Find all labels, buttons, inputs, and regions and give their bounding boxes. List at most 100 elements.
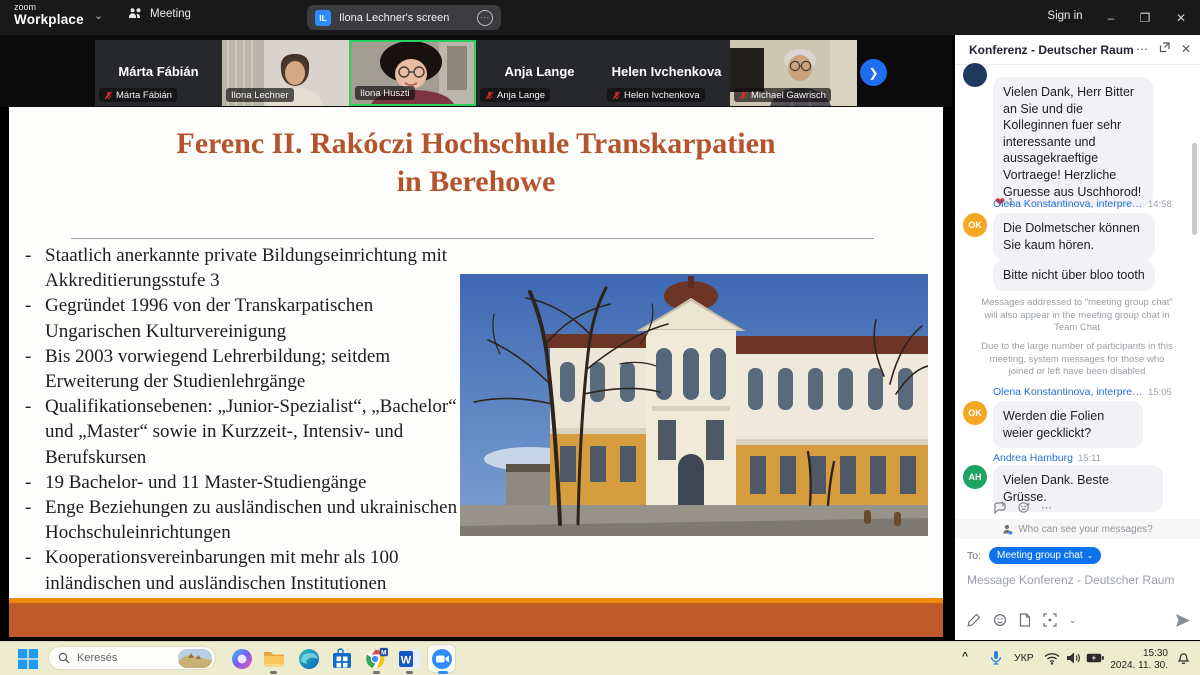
emoji-icon[interactable] [993,613,1007,627]
privacy-label: Who can see your messages? [1018,524,1153,535]
chat-message[interactable]: Vielen Dank, Herr Bitter an Sie und die … [993,77,1153,207]
reply-icon[interactable] [993,501,1007,514]
bullet-marker: - [25,243,33,293]
tray-date: 2024. 11. 30. [1108,660,1168,672]
start-button[interactable] [16,647,40,671]
avatar[interactable] [963,63,987,87]
participant-tile-marta-fabian[interactable]: Márta Fábián Márta Fábián [95,40,222,106]
store-icon[interactable] [330,647,354,671]
tray-mic-icon[interactable] [988,650,1004,666]
participant-tile-anja-lange[interactable]: Anja Lange Anja Lange [476,40,603,106]
share-options-icon[interactable]: ··· [477,10,493,26]
recipient-selector[interactable]: Meeting group chat ⌄ [989,547,1101,564]
wifi-icon[interactable] [1044,652,1060,665]
message-sender-row: Olena Konstantinova, interpreter Ukrai… … [993,198,1193,210]
sharer-initials-badge: IL [315,10,331,26]
message-input[interactable]: Message Konferenz - Deutscher Raum [967,573,1187,587]
svg-text:W: W [401,655,412,667]
add-emoji-icon[interactable] [1017,501,1031,514]
presentation-slide: Ferenc II. Rakóczi Hochschule Transkarpa… [9,107,943,637]
sender-name[interactable]: Olena Konstantinova, interpreter Ukrai… [993,386,1143,398]
message-sender-row: Andrea Hamburg 15:11 [993,452,1193,464]
message-actions: ⋯ [993,501,1052,514]
send-icon[interactable] [1175,613,1191,628]
system-notice: Messages addressed to "meeting group cha… [977,297,1177,335]
bullet-text: Staatlich anerkannte private Bildungsein… [45,243,469,293]
participant-tile-ilona-lechner[interactable]: Ilona Lechner [222,40,349,106]
screenshot-icon[interactable] [1043,613,1057,627]
chevron-right-icon: ❯ [868,66,878,80]
system-notice: Due to the large number of participants … [977,341,1177,379]
maximize-icon[interactable]: ❐ [1132,0,1158,35]
chat-scrollbar[interactable] [1192,143,1197,235]
participant-tile-ilona-huszti[interactable]: Ilona Huszti [349,40,476,106]
chrome-icon[interactable]: M [364,647,388,671]
avatar[interactable]: AH [963,465,987,489]
open-app-indicator [406,671,413,674]
university-building-photo [460,274,928,536]
search-highlight-image[interactable] [178,649,212,668]
sender-name[interactable]: Olena Konstantinova, interpreter Ukrai… [993,198,1143,210]
taskbar-clock[interactable]: 15:30 2024. 11. 30. [1108,648,1168,672]
zoom-app-icon[interactable] [427,644,456,673]
chat-message[interactable]: Bitte nicht über bloo tooth [993,260,1155,291]
bullet-marker: - [25,545,33,595]
close-icon[interactable]: ✕ [1168,0,1194,35]
participant-label: Márta Fábián [99,88,177,102]
bullet-text: Kooperationsvereinbarungen mit mehr als … [45,545,469,595]
volume-icon[interactable] [1066,651,1081,665]
notification-bell-icon[interactable] [1176,650,1191,665]
message-time: 15:05 [1148,387,1172,398]
mic-muted-icon [739,91,748,100]
word-icon[interactable]: W [398,647,422,671]
chat-message[interactable]: Die Dolmetscher können Sie kaum hören. [993,213,1155,260]
compose-chevron-icon[interactable]: ⌄ [1069,615,1077,626]
tray-chevron-icon[interactable]: ^ [962,650,968,662]
bullet-text: Qualifikationsebenen: „Junior-Spezialist… [45,394,469,470]
next-participants-button[interactable]: ❯ [860,59,887,86]
slide-bullet: -Enge Beziehungen zu ausländischen und u… [25,495,469,545]
chat-more-icon[interactable]: ⋯ [1133,42,1151,56]
participant-name: Helen Ivchenkova [603,64,730,79]
participant-tile-helen-ivchenkova[interactable]: Helen Ivchenkova Helen Ivchenkova [603,40,730,106]
compose-recipient-row: To: Meeting group chat ⌄ [967,547,1101,564]
privacy-info-bar[interactable]: Who can see your messages? [955,519,1200,539]
avatar[interactable]: OK [963,213,987,237]
language-indicator[interactable]: УКР [1014,652,1034,664]
chat-popout-icon[interactable] [1155,42,1173,56]
sign-in-button[interactable]: Sign in [1040,10,1090,22]
participant-label: Anja Lange [480,88,550,102]
recipient-label: Meeting group chat [997,550,1083,561]
minimize-icon[interactable]: – [1098,0,1124,35]
search-icon [58,652,70,664]
participant-label-text: Helen Ivchenkova [624,90,700,101]
participant-label: Ilona Lechner [226,88,294,102]
battery-icon[interactable] [1086,653,1104,663]
bullet-marker: - [25,293,33,343]
screen-share-indicator[interactable]: IL Ilona Lechner's screen ··· [307,5,501,30]
search-placeholder: Keresés [77,652,171,664]
bullet-text: 19 Bachelor- und 11 Master-Studiengänge [45,470,366,495]
participant-label: Ilona Huszti [355,86,415,100]
format-icon[interactable] [967,613,981,627]
chat-message[interactable]: Werden die Folien weier gecklickt? [993,401,1143,448]
participant-label-text: Michael Gawrisch [751,90,826,101]
file-icon[interactable] [1019,613,1031,627]
sender-name[interactable]: Andrea Hamburg [993,452,1073,464]
avatar[interactable]: OK [963,401,987,425]
explorer-icon[interactable] [262,647,286,671]
chat-close-icon[interactable]: ✕ [1177,42,1195,56]
participant-label: Helen Ivchenkova [607,88,705,102]
slide-bullet-list: -Staatlich anerkannte private Bildungsei… [25,243,469,596]
tab-meeting[interactable]: Meeting [128,7,191,20]
bullet-marker: - [25,394,33,470]
mic-muted-icon [485,91,494,100]
taskbar-search[interactable]: Keresés [48,646,216,670]
edge-icon[interactable] [297,647,321,671]
participant-tile-michael-gawrisch[interactable]: Michael Gawrisch [730,40,857,106]
chevron-down-icon[interactable]: ⌄ [94,9,103,22]
bullet-text: Bis 2003 vorwiegend Lehrerbildung; seitd… [45,344,469,394]
copilot-icon[interactable] [230,647,254,671]
zoom-window: zoom Workplace ⌄ Meeting IL Ilona Lechne… [0,0,1200,675]
message-more-icon[interactable]: ⋯ [1041,501,1052,514]
